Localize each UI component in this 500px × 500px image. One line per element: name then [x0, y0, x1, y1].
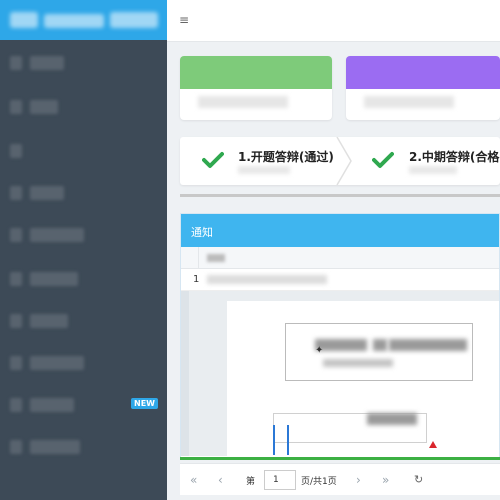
refresh-icon[interactable]: ↻	[414, 473, 423, 486]
notice-panel-title: 通知	[181, 214, 499, 247]
step-1-label: 1.开题答辩(通过)	[238, 150, 334, 164]
page-prefix: 第	[246, 477, 256, 487]
document-preview: ✦	[227, 301, 499, 456]
sidebar-item-5[interactable]	[0, 220, 167, 250]
sidebar-item-6[interactable]	[0, 264, 167, 294]
sidebar-item-icon	[10, 100, 22, 114]
next-page-icon[interactable]: ›	[356, 473, 361, 487]
stat-card-2[interactable]	[346, 56, 500, 120]
sidebar-item-icon	[10, 144, 22, 158]
row-number: 1	[193, 274, 200, 285]
hamburger-icon[interactable]: ≡	[179, 14, 189, 26]
sidebar-item-4[interactable]	[0, 178, 167, 208]
sidebar-item-icon	[10, 356, 22, 370]
sidebar-item-3[interactable]	[0, 136, 167, 166]
table-row[interactable]: 1	[181, 269, 499, 291]
new-badge: NEW	[131, 398, 158, 409]
stat-card-band	[346, 56, 500, 89]
sidebar-item-7[interactable]	[0, 306, 167, 336]
notice-panel: 通知 ​ 1 ✦	[180, 213, 500, 460]
check-icon	[202, 152, 224, 168]
step-separator-icon	[336, 137, 352, 185]
panel-progress-bar	[180, 457, 500, 460]
table-header: ​	[181, 247, 499, 269]
pagination: « ‹ 第 页/共1页 › » ↻	[180, 463, 500, 495]
page-number-input[interactable]	[264, 470, 296, 490]
sidebar-item-icon	[10, 314, 22, 328]
sidebar-item-icon	[10, 228, 22, 242]
sidebar-item-1[interactable]	[0, 48, 167, 78]
sidebar-item-icon	[10, 56, 22, 70]
first-page-icon[interactable]: «	[190, 473, 197, 487]
sidebar-item-icon	[10, 440, 22, 454]
sidebar-item-icon	[10, 272, 22, 286]
top-bar: ≡	[167, 0, 500, 42]
step-progress-line	[180, 194, 500, 197]
sidebar: NEW	[0, 0, 167, 500]
stat-card-band	[180, 56, 332, 89]
stat-card-1[interactable]	[180, 56, 332, 120]
sidebar-item-10[interactable]	[0, 432, 167, 462]
cursor-icon: ✦	[315, 345, 324, 356]
step-2-label: 2.中期答辩(合格	[409, 150, 500, 164]
page-suffix: 页/共1页	[301, 477, 337, 487]
notice-preview: ✦	[181, 291, 499, 456]
brand-logo[interactable]	[0, 0, 167, 40]
sidebar-item-9[interactable]: NEW	[0, 390, 167, 420]
prev-page-icon[interactable]: ‹	[218, 473, 223, 487]
sidebar-item-8[interactable]	[0, 348, 167, 378]
last-page-icon[interactable]: »	[382, 473, 389, 487]
sidebar-item-icon	[10, 398, 22, 412]
sidebar-item-icon	[10, 186, 22, 200]
sidebar-item-2[interactable]	[0, 92, 167, 122]
check-icon	[372, 152, 394, 168]
